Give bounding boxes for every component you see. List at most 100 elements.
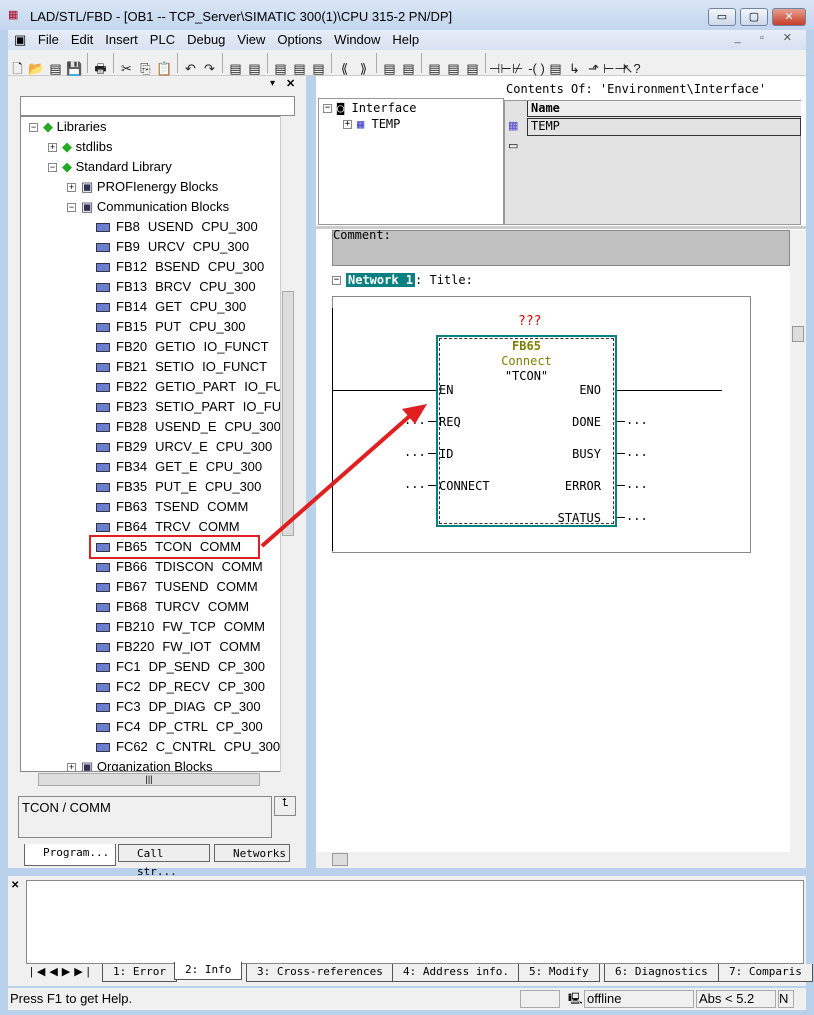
tree-item[interactable]: + ▣ Organization Blocks <box>67 757 213 771</box>
interface-tree[interactable]: − ◙ Interface + ▦ TEMP <box>318 98 504 225</box>
pin-status[interactable]: STATUS <box>558 511 601 525</box>
tree-item[interactable]: − ◆ Standard Library <box>48 157 172 177</box>
output-placeholder[interactable]: ... <box>626 477 648 491</box>
bottom-tab-3[interactable]: 3: Cross-references <box>246 964 394 982</box>
pin-connect[interactable]: CONNECT <box>439 479 490 493</box>
menu-debug[interactable]: Debug <box>181 30 231 50</box>
tree-item[interactable]: + ◆ stdlibs <box>48 137 112 157</box>
tree-item[interactable]: FB21 SETIO IO_FUNCT <box>96 357 267 377</box>
bottom-tab-7[interactable]: 7: Comparis <box>718 964 813 982</box>
tree-item[interactable]: FB13 BRCV CPU_300 <box>96 277 256 297</box>
scroll-thumb[interactable] <box>792 326 804 342</box>
output-placeholder[interactable]: ... <box>626 509 648 523</box>
tree-hscrollbar[interactable]: ||| <box>20 772 295 788</box>
scroll-thumb[interactable] <box>282 291 294 536</box>
panel-dropdown-icon[interactable]: ▾ <box>270 78 275 89</box>
tree-item[interactable]: FC4 DP_CTRL CP_300 <box>96 717 263 737</box>
tree-item[interactable]: FB66 TDISCON COMM <box>96 557 263 577</box>
details-close-icon[interactable]: ✕ <box>11 880 19 891</box>
interface-temp[interactable]: TEMP <box>371 117 400 131</box>
editor-hscrollbar[interactable] <box>316 852 806 868</box>
input-placeholder[interactable]: ... <box>404 445 426 459</box>
table-row[interactable]: TEMP <box>527 118 801 136</box>
pin-done[interactable]: DONE <box>572 415 601 429</box>
tree-item[interactable]: FB210 FW_TCP COMM <box>96 617 265 637</box>
network-collapse-icon[interactable]: − <box>332 276 341 285</box>
expand-icon[interactable]: + <box>48 143 57 153</box>
search-field[interactable] <box>20 96 295 116</box>
expand-icon[interactable]: + <box>67 183 76 193</box>
network-title[interactable]: : Title: <box>415 273 473 287</box>
pin-error[interactable]: ERROR <box>565 479 601 493</box>
tree-item[interactable]: FB8 USEND CPU_300 <box>96 217 258 237</box>
tree-item[interactable]: FB68 TURCV COMM <box>96 597 249 617</box>
tree-vscrollbar[interactable] <box>280 116 295 772</box>
tree-item[interactable]: FC62 C_CNTRL CPU_300 <box>96 737 280 757</box>
library-tree[interactable]: − ◆ Libraries + ◆ stdlibs − ◆ Standard Librar… <box>20 116 295 772</box>
tree-item[interactable]: − ◆ Libraries <box>29 117 106 137</box>
tree-item[interactable]: FB12 BSEND CPU_300 <box>96 257 264 277</box>
bottom-tab-5[interactable]: 5: Modify <box>518 964 600 982</box>
menu-view[interactable]: View <box>231 30 271 50</box>
maximize-button[interactable]: ▢ <box>740 8 768 26</box>
input-placeholder[interactable]: ... <box>404 477 426 491</box>
minimize-button[interactable]: ▭ <box>708 8 736 26</box>
menu-help[interactable]: Help <box>386 30 425 50</box>
bottom-tab-6[interactable]: 6: Diagnostics <box>604 964 719 982</box>
interface-root[interactable]: Interface <box>351 101 416 115</box>
tree-item[interactable]: FB22 GETIO_PART IO_FUN <box>96 377 292 397</box>
scroll-thumb[interactable]: ||| <box>38 773 260 786</box>
left-tab-1[interactable]: Call str... <box>118 844 210 878</box>
column-name[interactable]: Name <box>527 101 801 117</box>
expand-icon[interactable]: + <box>67 763 76 771</box>
pin-eno[interactable]: ENO <box>579 383 601 397</box>
collapse-icon[interactable]: − <box>323 104 332 113</box>
bottom-tab-1[interactable]: 1: Error <box>102 964 177 982</box>
pin-id[interactable]: ID <box>439 447 453 461</box>
tree-item[interactable]: FC2 DP_RECV CP_300 <box>96 677 265 697</box>
tree-item[interactable]: FB220 FW_IOT COMM <box>96 637 261 657</box>
left-tab-2[interactable]: Networks <box>214 844 290 862</box>
tree-item[interactable]: FB35 PUT_E CPU_300 <box>96 477 261 497</box>
pin-en[interactable]: EN <box>439 383 453 397</box>
network-label[interactable]: Network 1 <box>344 272 417 288</box>
output-placeholder[interactable]: ... <box>626 445 648 459</box>
insert-button[interactable]: ⮤ <box>274 796 296 816</box>
collapse-icon[interactable]: − <box>48 163 57 173</box>
document-icon[interactable]: ▣ <box>8 30 28 50</box>
input-placeholder[interactable]: ... <box>404 413 426 427</box>
left-tab-0[interactable]: Program... <box>24 844 116 866</box>
tree-item[interactable]: FB28 USEND_E CPU_300 <box>96 417 281 437</box>
fb65-block[interactable]: FB65 Connect "TCON" EN REQ ID CONNECT ENO DON… <box>436 335 617 527</box>
pin-busy[interactable]: BUSY <box>572 447 601 461</box>
comment-box[interactable]: Comment: <box>332 228 790 266</box>
menu-edit[interactable]: Edit <box>65 30 99 50</box>
menu-insert[interactable]: Insert <box>99 30 144 50</box>
tree-item[interactable]: FB63 TSEND COMM <box>96 497 248 517</box>
collapse-icon[interactable]: − <box>67 203 76 213</box>
tree-item[interactable]: FB29 URCV_E CPU_300 <box>96 437 272 457</box>
menu-plc[interactable]: PLC <box>144 30 181 50</box>
tree-item[interactable]: FC3 DP_DIAG CP_300 <box>96 697 261 717</box>
close-button[interactable]: ✕ <box>772 8 806 26</box>
tree-item[interactable]: + ▣ PROFIenergy Blocks <box>67 177 218 197</box>
tree-item[interactable]: FB23 SETIO_PART IO_FUN <box>96 397 290 417</box>
tree-item[interactable]: FB67 TUSEND COMM <box>96 577 258 597</box>
bottom-tab-2[interactable]: 2: Info <box>174 962 243 980</box>
mdi-controls[interactable]: _ ▫ ✕ <box>735 31 800 44</box>
tree-item[interactable]: FB15 PUT CPU_300 <box>96 317 245 337</box>
expand-icon[interactable]: + <box>343 120 352 129</box>
tree-item[interactable]: FB14 GET CPU_300 <box>96 297 246 317</box>
tree-item[interactable]: − ▣ Communication Blocks <box>67 197 229 217</box>
tree-item[interactable]: FB64 TRCV COMM <box>96 517 240 537</box>
tree-item[interactable]: FB9 URCV CPU_300 <box>96 237 249 257</box>
bottom-tab-4[interactable]: 4: Address info. <box>392 964 520 982</box>
tree-item[interactable]: FC1 DP_SEND CP_300 <box>96 657 265 677</box>
tree-item[interactable]: FB34 GET_E CPU_300 <box>96 457 262 477</box>
instance-db[interactable]: ??? <box>518 314 541 329</box>
tab-nav-arrows[interactable]: |◀◀▶▶| <box>30 965 94 978</box>
panel-close-icon[interactable]: ✕ <box>286 77 295 90</box>
tree-item[interactable]: FB20 GETIO IO_FUNCT <box>96 337 269 357</box>
pin-req[interactable]: REQ <box>439 415 461 429</box>
menu-file[interactable]: File <box>32 30 65 50</box>
